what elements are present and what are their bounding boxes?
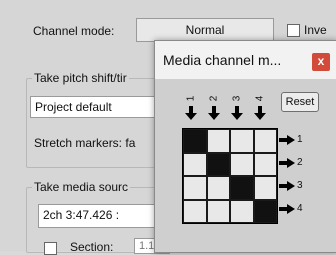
right-arrow-icon xyxy=(279,204,295,214)
invert-label: Inve xyxy=(304,23,327,37)
down-arrow-icon xyxy=(185,106,197,120)
close-button[interactable]: x xyxy=(312,53,330,71)
invert-checkbox[interactable] xyxy=(287,24,300,37)
right-arrow-icon xyxy=(279,181,295,191)
matrix-cell[interactable] xyxy=(183,152,207,176)
pitch-mode-combo[interactable]: Project default xyxy=(30,96,162,118)
pitch-group xyxy=(26,78,168,168)
matrix-cell[interactable] xyxy=(230,129,254,153)
matrix-cell[interactable] xyxy=(206,176,230,200)
right-arrow-icon xyxy=(279,135,295,145)
dialog-title: Media channel m... xyxy=(163,52,282,68)
matrix-cell[interactable] xyxy=(183,199,207,223)
reset-button[interactable]: Reset xyxy=(281,92,319,112)
column-number: 3 xyxy=(231,95,243,102)
matrix-cell[interactable] xyxy=(206,199,230,223)
matrix-cell[interactable] xyxy=(253,199,277,223)
media-source-field[interactable]: 2ch 3:47.426 : xyxy=(38,204,164,228)
matrix-cell[interactable] xyxy=(230,176,254,200)
matrix-cell[interactable] xyxy=(206,129,230,153)
down-arrow-icon xyxy=(231,106,243,120)
row-number: 2 xyxy=(297,157,303,168)
section-checkbox[interactable] xyxy=(44,242,57,255)
row-number: 3 xyxy=(297,180,303,191)
channel-mode-button[interactable]: Normal xyxy=(136,18,274,42)
matrix-cell[interactable] xyxy=(206,152,230,176)
matrix-cell[interactable] xyxy=(230,199,254,223)
column-number: 4 xyxy=(254,95,266,102)
down-arrow-icon xyxy=(208,106,220,120)
pitch-group-title: Take pitch shift/tir xyxy=(32,71,129,85)
column-number: 1 xyxy=(185,95,197,102)
dialog-body: Reset 1 2 3 4 1 2 3 4 xyxy=(155,79,336,252)
matrix-cell[interactable] xyxy=(253,129,277,153)
right-arrow-icon xyxy=(279,158,295,168)
section-label: Section: xyxy=(70,240,114,254)
dialog-titlebar[interactable]: Media channel m... x xyxy=(155,41,336,79)
matrix-cell[interactable] xyxy=(183,176,207,200)
matrix-cell[interactable] xyxy=(253,176,277,200)
column-number: 2 xyxy=(208,95,220,102)
media-group-title: Take media sourc xyxy=(32,180,131,194)
channel-routing-matrix xyxy=(182,128,278,224)
matrix-cell[interactable] xyxy=(253,152,277,176)
matrix-cell[interactable] xyxy=(183,129,207,153)
stretch-markers-label: Stretch markers: fa xyxy=(34,136,136,150)
matrix-cell[interactable] xyxy=(230,152,254,176)
channel-mode-label: Channel mode: xyxy=(33,24,115,38)
row-number: 4 xyxy=(297,203,303,214)
media-channel-map-dialog: Media channel m... x Reset 1 2 3 4 1 2 3… xyxy=(154,40,336,253)
down-arrow-icon xyxy=(254,106,266,120)
row-number: 1 xyxy=(297,134,303,145)
